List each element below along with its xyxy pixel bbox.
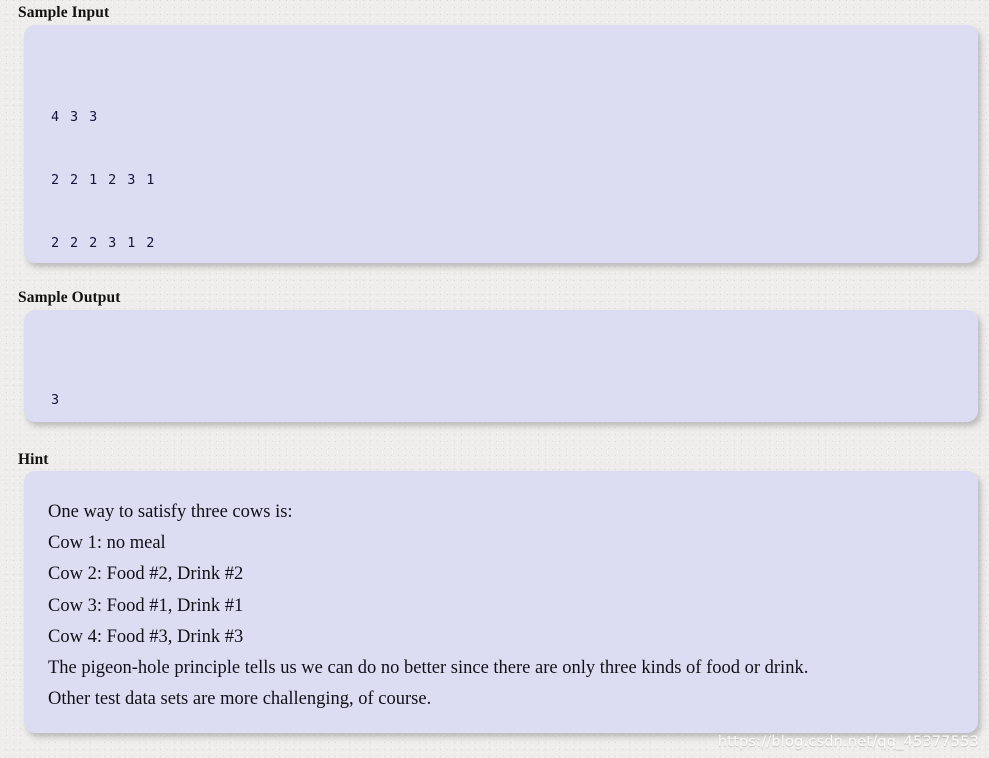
section-label-hint: Hint	[18, 451, 49, 468]
code-line: 2 2 2 3 1 2	[51, 235, 156, 251]
hint-line: The pigeon-hole principle tells us we ca…	[48, 658, 809, 679]
sample-input-code-block: 4 3 3 2 2 1 2 3 1 2 2 2 3 1 2 2 2 1 3 1 …	[24, 25, 978, 263]
hint-line: Cow 3: Food #1, Drink #1	[48, 595, 244, 616]
code-line: 3	[51, 392, 61, 408]
code-line: 2 2 1 2 3 1	[51, 172, 156, 188]
hint-line: One way to satisfy three cows is:	[48, 502, 293, 522]
hint-panel: One way to satisfy three cows is: Cow 1:…	[24, 471, 978, 733]
hint-text-block: One way to satisfy three cows is: Cow 1:…	[24, 471, 978, 715]
sample-input-panel: 4 3 3 2 2 1 2 3 1 2 2 2 3 1 2 2 2 1 3 1 …	[24, 25, 978, 263]
hint-line: Cow 2: Food #2, Drink #2	[48, 564, 244, 585]
hint-line: Cow 4: Food #3, Drink #3	[48, 626, 244, 647]
section-label-sample-input: Sample Input	[18, 4, 110, 21]
sample-output-code-block: 3	[24, 310, 978, 422]
problem-statement-page: Sample Input 4 3 3 2 2 1 2 3 1 2 2 2 3 1…	[0, 0, 989, 758]
section-label-sample-output: Sample Output	[18, 289, 121, 306]
sample-output-panel: 3	[24, 310, 978, 422]
code-line: 4 3 3	[51, 109, 99, 125]
watermark-url: https://blog.csdn.net/qq_45377553	[717, 734, 979, 750]
hint-line: Other test data sets are more challengin…	[48, 689, 432, 710]
hint-line: Cow 1: no meal	[48, 533, 166, 554]
